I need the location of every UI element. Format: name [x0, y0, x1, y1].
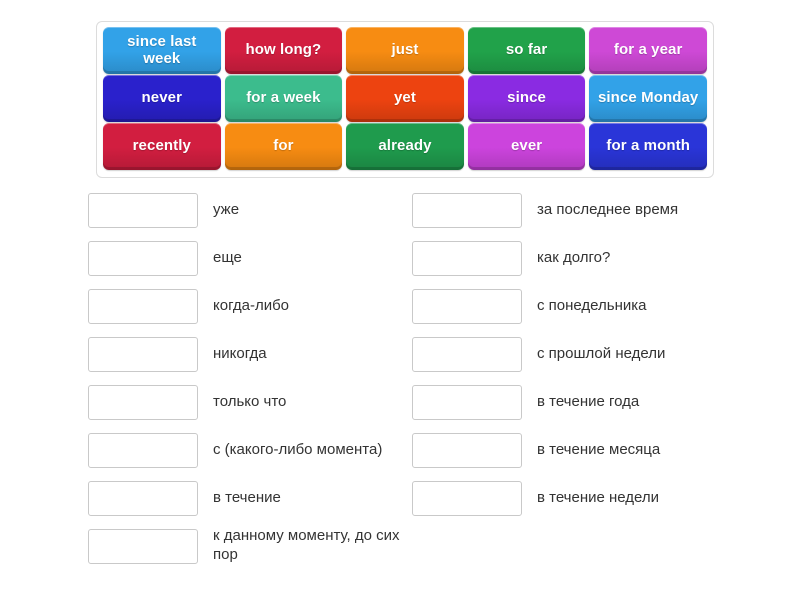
drop-slot[interactable] — [412, 384, 522, 420]
answer-label: как долго? — [537, 248, 611, 266]
drop-slot[interactable] — [412, 192, 522, 228]
answer-label: в течение месяца — [537, 440, 661, 458]
answer-row: еще — [88, 234, 418, 282]
answer-label: с понедельника — [537, 296, 647, 314]
answer-row: с понедельника — [412, 282, 742, 330]
word-tile[interactable]: for a year — [589, 27, 707, 74]
answer-row: за последнее время — [412, 186, 742, 234]
answer-area: уже еще когда-либо никогда только что с (како… — [0, 186, 800, 586]
answer-row: когда-либо — [88, 282, 418, 330]
drop-slot[interactable] — [412, 432, 522, 468]
word-tile[interactable]: since Monday — [589, 75, 707, 122]
answer-row: уже — [88, 186, 418, 234]
answer-label: никогда — [213, 344, 267, 362]
drop-slot[interactable] — [88, 192, 198, 228]
answer-row: в течение года — [412, 378, 742, 426]
answer-row: в течение недели — [412, 474, 742, 522]
drop-slot[interactable] — [88, 528, 198, 564]
answer-row: в течение месяца — [412, 426, 742, 474]
answer-label: в течение — [213, 488, 281, 506]
drop-slot[interactable] — [88, 384, 198, 420]
drop-slot[interactable] — [88, 240, 198, 276]
answer-column-left: уже еще когда-либо никогда только что с (како… — [88, 186, 418, 570]
answer-row: с прошлой недели — [412, 330, 742, 378]
word-tile[interactable]: for a month — [589, 123, 707, 170]
answer-row: никогда — [88, 330, 418, 378]
drop-slot[interactable] — [412, 480, 522, 516]
answer-label: к данному моменту, до сих пор — [213, 527, 400, 563]
word-tile[interactable]: just — [346, 27, 464, 74]
answer-label: только что — [213, 392, 287, 410]
answer-row: только что — [88, 378, 418, 426]
drop-slot[interactable] — [412, 240, 522, 276]
tile-row: recently for already ever for a month — [101, 123, 709, 170]
word-tile[interactable]: how long? — [224, 27, 343, 74]
word-tile[interactable]: recently — [103, 123, 221, 170]
answer-row: как долго? — [412, 234, 742, 282]
word-tile[interactable]: so far — [467, 27, 586, 74]
answer-label: с прошлой недели — [537, 344, 666, 362]
word-tile[interactable]: since — [467, 75, 586, 122]
drop-slot[interactable] — [88, 336, 198, 372]
answer-label: еще — [213, 248, 242, 266]
answer-label: уже — [213, 200, 240, 218]
answer-label: за последнее время — [537, 200, 679, 218]
answer-row: в течение — [88, 474, 418, 522]
answer-label: когда-либо — [213, 296, 290, 314]
word-tile[interactable]: for — [224, 123, 343, 170]
answer-column-right: за последнее время как долго? с понедельни… — [412, 186, 742, 522]
answer-row: с (какого-либо момента) — [88, 426, 418, 474]
word-tile[interactable]: yet — [346, 75, 464, 122]
drop-slot[interactable] — [412, 288, 522, 324]
word-tile[interactable]: since last week — [103, 27, 221, 74]
word-tile[interactable]: never — [103, 75, 221, 122]
tile-row: since last week how long? just so far for a … — [101, 27, 709, 74]
word-tile[interactable]: already — [346, 123, 464, 170]
drop-slot[interactable] — [88, 432, 198, 468]
answer-row: к данному моменту, до сих пор — [88, 522, 418, 570]
answer-label: в течение недели — [537, 488, 660, 506]
answer-label: с (какого-либо момента) — [213, 440, 383, 458]
answer-label: в течение года — [537, 392, 640, 410]
tile-row: never for a week yet since since Monday — [101, 75, 709, 122]
drop-slot[interactable] — [88, 480, 198, 516]
drop-slot[interactable] — [88, 288, 198, 324]
word-tile[interactable]: ever — [467, 123, 586, 170]
drop-slot[interactable] — [412, 336, 522, 372]
tile-bank: since last week how long? just so far for a … — [96, 21, 714, 178]
word-tile[interactable]: for a week — [224, 75, 343, 122]
